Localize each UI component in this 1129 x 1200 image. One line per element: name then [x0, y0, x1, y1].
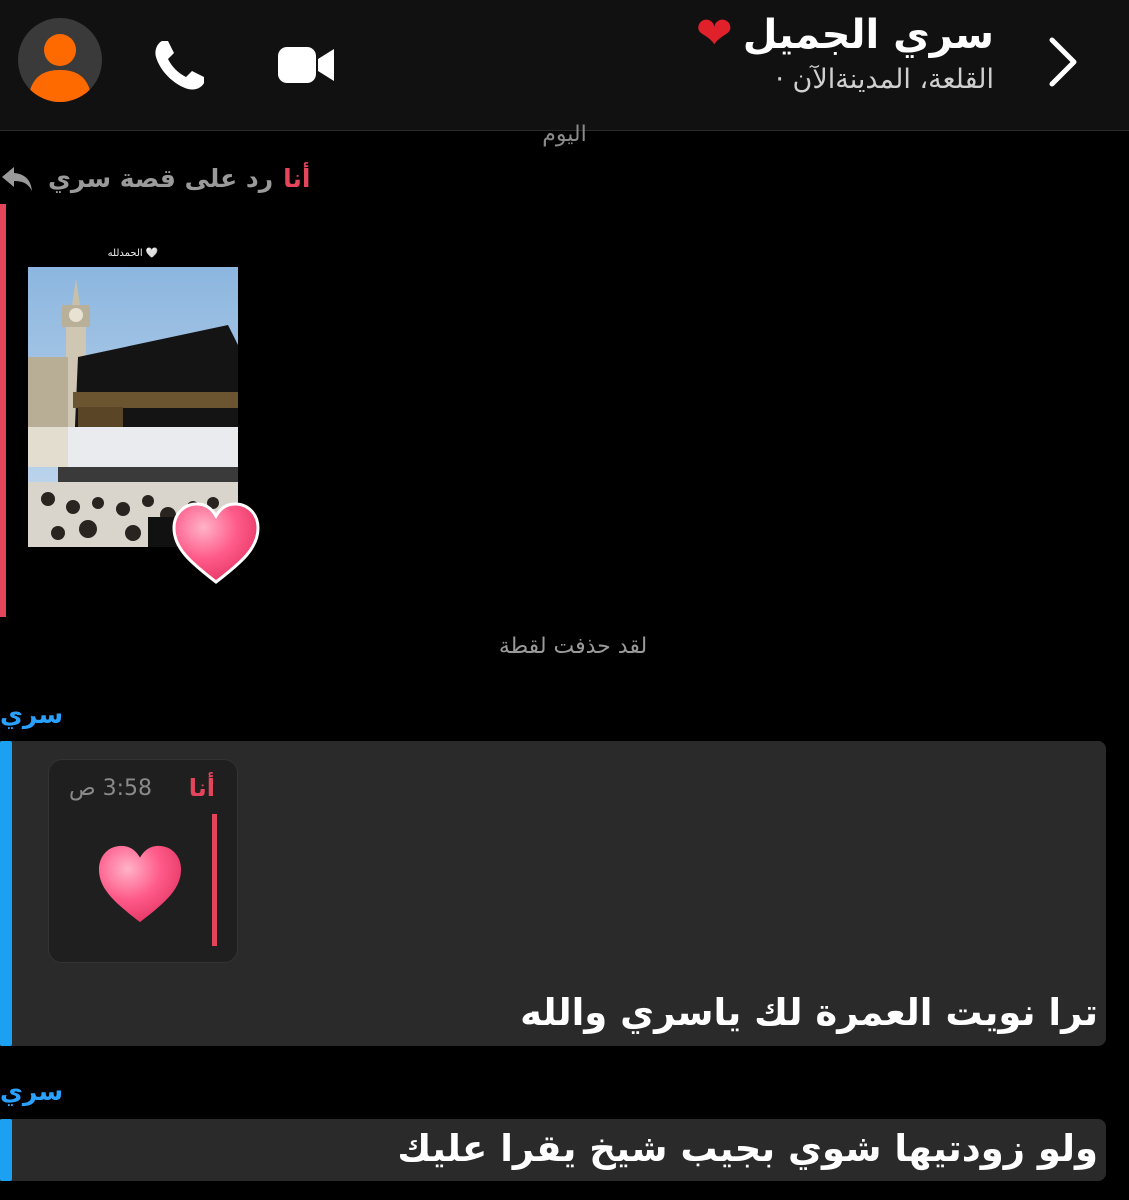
bitmoji-avatar-icon [28, 34, 92, 102]
message-text: ولو زودتيها شوي بجيب شيخ يقرا عليك [397, 1127, 1098, 1170]
reply-label: رد على قصة سري [48, 163, 274, 193]
sender-name-friend: سري [0, 700, 64, 729]
quoted-bar [212, 814, 217, 946]
sender-name-me: أنا [283, 163, 311, 193]
heart-reaction-icon [172, 502, 260, 584]
chat-title-block[interactable]: سري الجميل❤ القلعة، المدينةالآن · [494, 8, 994, 97]
message-text: ترا نويت العمرة لك ياسري والله [520, 991, 1098, 1034]
heart-emoji-icon: ❤ [695, 8, 733, 59]
quoted-timestamp: 3:58 ص [69, 776, 152, 801]
quoted-message-card[interactable]: أنا 3:58 ص [48, 759, 238, 963]
snap-deleted-notice: لقد حذفت لقطة [498, 634, 648, 659]
chat-header: سري الجميل❤ القلعة، المدينةالآن · [0, 0, 1129, 131]
sender-name-friend: سري [0, 1077, 64, 1106]
phone-call-icon[interactable] [148, 33, 212, 97]
quoted-sender-name: أنا [188, 774, 215, 802]
location-status: القلعة، المدينةالآن · [775, 64, 994, 95]
message-sender-bar [0, 741, 12, 1046]
contact-name: سري الجميل❤ [695, 8, 994, 59]
message-sender-bar [0, 1119, 12, 1181]
story-caption: الحمدلله 🤍 [107, 248, 159, 259]
message-bubble[interactable]: ولو زودتيها شوي بجيب شيخ يقرا عليك [0, 1119, 1106, 1181]
day-separator: اليوم [542, 122, 587, 147]
heart-emoji-icon [98, 845, 182, 923]
avatar[interactable] [18, 18, 102, 102]
message-bubble[interactable]: أنا 3:58 ص ترا نويت العمرة لك ياسري والل… [0, 741, 1106, 1046]
video-call-icon[interactable] [274, 33, 338, 97]
reply-arrow-icon [2, 167, 32, 191]
story-reply-bar [0, 204, 6, 617]
chevron-right-icon[interactable] [1044, 34, 1084, 90]
story-reply-header: أنا رد على قصة سري [0, 158, 310, 198]
